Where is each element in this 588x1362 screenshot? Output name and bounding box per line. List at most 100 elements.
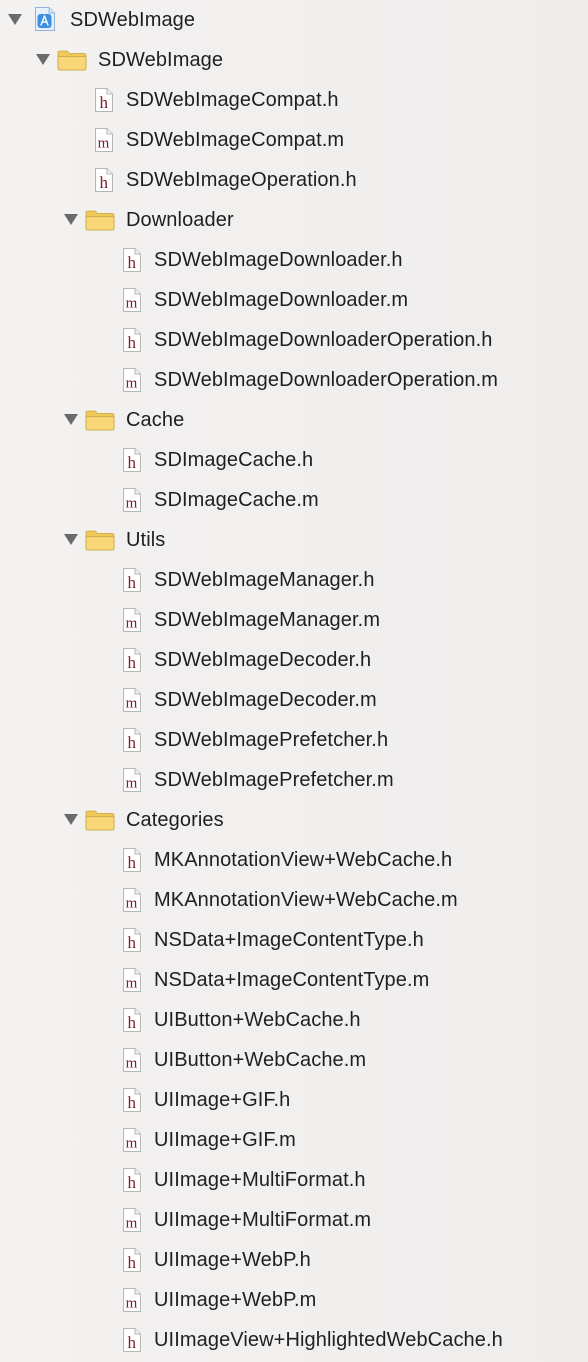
svg-text:h: h — [128, 733, 137, 752]
tree-row-file-uiimage-multiformat-m[interactable]: m UIImage+MultiFormat.m — [0, 1200, 588, 1240]
svg-text:h: h — [128, 333, 137, 352]
group-name-label: Categories — [126, 809, 224, 831]
header-file-icon: h — [123, 1168, 141, 1192]
file-name-label: UIButton+WebCache.h — [154, 1009, 361, 1031]
file-name-label: MKAnnotationView+WebCache.h — [154, 849, 453, 871]
group-name-label: SDWebImage — [98, 49, 224, 71]
tree-row-group-cache[interactable]: Cache — [0, 400, 588, 440]
file-name-label: SDWebImageDownloaderOperation.m — [154, 369, 499, 391]
file-name-label: UIImage+GIF.h — [154, 1089, 291, 1111]
tree-row-group-categories[interactable]: Categories — [0, 800, 588, 840]
svg-text:h: h — [128, 1253, 137, 1272]
file-name-label: UIImage+GIF.m — [154, 1129, 296, 1151]
tree-row-file-nsdata-imagecontenttype-m[interactable]: m NSData+ImageContentType.m — [0, 960, 588, 1000]
tree-row-file-uibutton-webcache-m[interactable]: m UIButton+WebCache.m — [0, 1040, 588, 1080]
tree-row-file-uiimage-gif-m[interactable]: m UIImage+GIF.m — [0, 1120, 588, 1160]
svg-text:h: h — [128, 453, 137, 472]
implementation-file-icon: m — [123, 1288, 141, 1312]
tree-row-file-nsdata-imagecontenttype-h[interactable]: h NSData+ImageContentType.h — [0, 920, 588, 960]
implementation-file-icon: m — [123, 368, 141, 392]
tree-row-file-sdimagecache-m[interactable]: m SDImageCache.m — [0, 480, 588, 520]
tree-row-file-sdwebimagedecoder-h[interactable]: h SDWebImageDecoder.h — [0, 640, 588, 680]
tree-row-file-sdwebimageprefetcher-m[interactable]: m SDWebImagePrefetcher.m — [0, 760, 588, 800]
svg-text:h: h — [128, 573, 137, 592]
folder-icon — [85, 810, 115, 831]
group-name-label: Downloader — [126, 209, 234, 231]
disclosure-triangle-expanded-icon[interactable] — [64, 214, 78, 225]
file-name-label: SDWebImageDownloader.h — [154, 249, 403, 271]
header-file-icon: h — [123, 1008, 141, 1032]
tree-row-file-sdwebimagemanager-h[interactable]: h SDWebImageManager.h — [0, 560, 588, 600]
header-file-icon: h — [123, 928, 141, 952]
tree-row-file-mkannotationview-webcache-h[interactable]: h MKAnnotationView+WebCache.h — [0, 840, 588, 880]
header-file-icon: h — [123, 1248, 141, 1272]
disclosure-triangle-expanded-icon[interactable] — [36, 54, 50, 65]
tree-row-file-uiimage-multiformat-h[interactable]: h UIImage+MultiFormat.h — [0, 1160, 588, 1200]
implementation-file-icon: m — [123, 968, 141, 992]
file-name-label: MKAnnotationView+WebCache.m — [154, 889, 458, 911]
implementation-file-icon: m — [123, 888, 141, 912]
tree-row-project-sdwebimage[interactable]: SDWebImage — [0, 0, 588, 40]
folder-icon — [85, 210, 115, 231]
tree-row-file-sdwebimagedownloader-h[interactable]: h SDWebImageDownloader.h — [0, 240, 588, 280]
tree-row-file-sdwebimageoperation-h[interactable]: h SDWebImageOperation.h — [0, 160, 588, 200]
implementation-file-icon: m — [123, 1208, 141, 1232]
disclosure-triangle-expanded-icon[interactable] — [64, 534, 78, 545]
tree-row-file-sdimagecache-h[interactable]: h SDImageCache.h — [0, 440, 588, 480]
file-name-label: NSData+ImageContentType.h — [154, 929, 424, 951]
tree-row-file-mkannotationview-webcache-m[interactable]: m MKAnnotationView+WebCache.m — [0, 880, 588, 920]
svg-text:m: m — [98, 136, 110, 152]
svg-text:m: m — [126, 1216, 138, 1232]
tree-row-file-uiimage-webp-h[interactable]: h UIImage+WebP.h — [0, 1240, 588, 1280]
disclosure-triangle-expanded-icon[interactable] — [8, 14, 22, 25]
file-name-label: NSData+ImageContentType.m — [154, 969, 430, 991]
tree-row-file-sdwebimagecompat-h[interactable]: h SDWebImageCompat.h — [0, 80, 588, 120]
disclosure-triangle-expanded-icon[interactable] — [64, 414, 78, 425]
tree-row-file-sdwebimagecompat-m[interactable]: m SDWebImageCompat.m — [0, 120, 588, 160]
project-navigator: SDWebImage SDWebImage h SDWebImageCompat.h m… — [0, 0, 588, 1362]
tree-row-file-uiimage-gif-h[interactable]: h UIImage+GIF.h — [0, 1080, 588, 1120]
svg-text:m: m — [126, 1296, 138, 1312]
file-name-label: UIButton+WebCache.m — [154, 1049, 367, 1071]
tree-row-file-sdwebimagemanager-m[interactable]: m SDWebImageManager.m — [0, 600, 588, 640]
file-name-label: UIImage+WebP.h — [154, 1249, 311, 1271]
svg-text:h: h — [128, 933, 137, 952]
file-name-label: UIImage+MultiFormat.m — [154, 1209, 372, 1231]
svg-text:m: m — [126, 776, 138, 792]
disclosure-triangle-expanded-icon[interactable] — [64, 814, 78, 825]
header-file-icon: h — [123, 248, 141, 272]
tree-row-file-uiimage-webp-m[interactable]: m UIImage+WebP.m — [0, 1280, 588, 1320]
tree-row-group-sdwebimage[interactable]: SDWebImage — [0, 40, 588, 80]
file-name-label: SDWebImageDownloader.m — [154, 289, 409, 311]
tree-row-file-sdwebimagedownloaderoperation-h[interactable]: h SDWebImageDownloaderOperation.h — [0, 320, 588, 360]
tree-row-file-sdwebimageprefetcher-h[interactable]: h SDWebImagePrefetcher.h — [0, 720, 588, 760]
tree-row-file-uibutton-webcache-h[interactable]: h UIButton+WebCache.h — [0, 1000, 588, 1040]
svg-text:h: h — [100, 93, 109, 112]
svg-text:h: h — [128, 1013, 137, 1032]
implementation-file-icon: m — [123, 488, 141, 512]
implementation-file-icon: m — [123, 768, 141, 792]
svg-text:m: m — [126, 496, 138, 512]
svg-text:h: h — [128, 253, 137, 272]
header-file-icon: h — [123, 568, 141, 592]
tree-row-group-utils[interactable]: Utils — [0, 520, 588, 560]
svg-text:m: m — [126, 896, 138, 912]
tree-row-file-sdwebimagedecoder-m[interactable]: m SDWebImageDecoder.m — [0, 680, 588, 720]
svg-text:h: h — [128, 1173, 137, 1192]
header-file-icon: h — [123, 648, 141, 672]
header-file-icon: h — [123, 848, 141, 872]
tree-row-file-uiimageview-highlightedwebcache-h[interactable]: h UIImageView+HighlightedWebCache.h — [0, 1320, 588, 1360]
tree-row-file-sdwebimagedownloader-m[interactable]: m SDWebImageDownloader.m — [0, 280, 588, 320]
file-name-label: UIImage+MultiFormat.h — [154, 1169, 366, 1191]
file-name-label: SDWebImageDecoder.m — [154, 689, 377, 711]
implementation-file-icon: m — [123, 1128, 141, 1152]
file-name-label: SDWebImageDownloaderOperation.h — [154, 329, 493, 351]
header-file-icon: h — [123, 328, 141, 352]
header-file-icon: h — [123, 448, 141, 472]
header-file-icon: h — [95, 88, 113, 112]
tree-row-file-sdwebimagedownloaderoperation-m[interactable]: m SDWebImageDownloaderOperation.m — [0, 360, 588, 400]
folder-icon — [85, 410, 115, 431]
svg-text:h: h — [128, 653, 137, 672]
group-name-label: Cache — [126, 409, 185, 431]
tree-row-group-downloader[interactable]: Downloader — [0, 200, 588, 240]
